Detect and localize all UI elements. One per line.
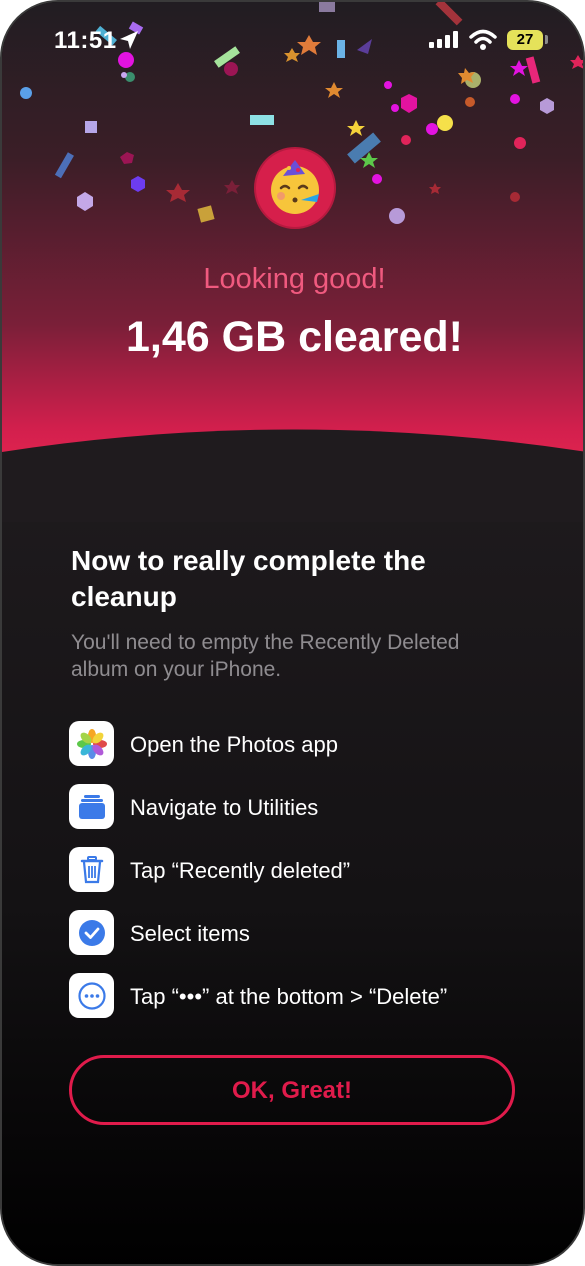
wifi-icon <box>469 29 497 50</box>
instructions-description: You'll need to empty the Recently Delete… <box>71 631 460 681</box>
step-item: Open the Photos app <box>69 721 549 767</box>
step-item: Tap “•••” at the bottom > “Delete” <box>69 973 549 1019</box>
step-item: Select items <box>69 910 549 956</box>
instructions-title: Now to really complete the cleanup <box>71 545 426 612</box>
cleared-size-headline: 1,46 GB cleared! <box>125 313 463 361</box>
trash-icon <box>69 847 114 892</box>
location-arrow-icon <box>120 31 138 49</box>
ok-great-button[interactable]: OK, Great! <box>69 1055 515 1125</box>
status-bar: 11:51 27 <box>2 2 583 82</box>
checkmark-circle-icon <box>69 910 114 955</box>
photos-app-icon <box>69 721 114 766</box>
battery-icon: 27 <box>507 30 543 50</box>
more-circle-icon <box>69 973 114 1018</box>
step-item: Navigate to Utilities <box>69 784 549 830</box>
partying-face-icon <box>254 147 336 229</box>
phone-screen: 11:51 27 Looking good! 1,46 GB cleared! … <box>0 0 585 1266</box>
utilities-folder-icon <box>69 784 114 829</box>
step-label: Navigate to Utilities <box>130 795 319 820</box>
curved-divider <box>2 429 583 522</box>
step-label: Open the Photos app <box>130 732 338 757</box>
step-item: Tap “Recently deleted” <box>69 847 549 893</box>
step-label: Tap “Recently deleted” <box>130 858 351 883</box>
battery-level: 27 <box>516 31 534 48</box>
step-label: Select items <box>130 921 250 946</box>
success-subtitle: Looking good! <box>203 263 386 295</box>
step-label: Tap “•••” at the bottom > “Delete” <box>130 984 448 1009</box>
battery-tip <box>545 35 548 44</box>
cellular-signal-icon <box>429 31 458 48</box>
clock: 11:51 <box>54 27 117 54</box>
